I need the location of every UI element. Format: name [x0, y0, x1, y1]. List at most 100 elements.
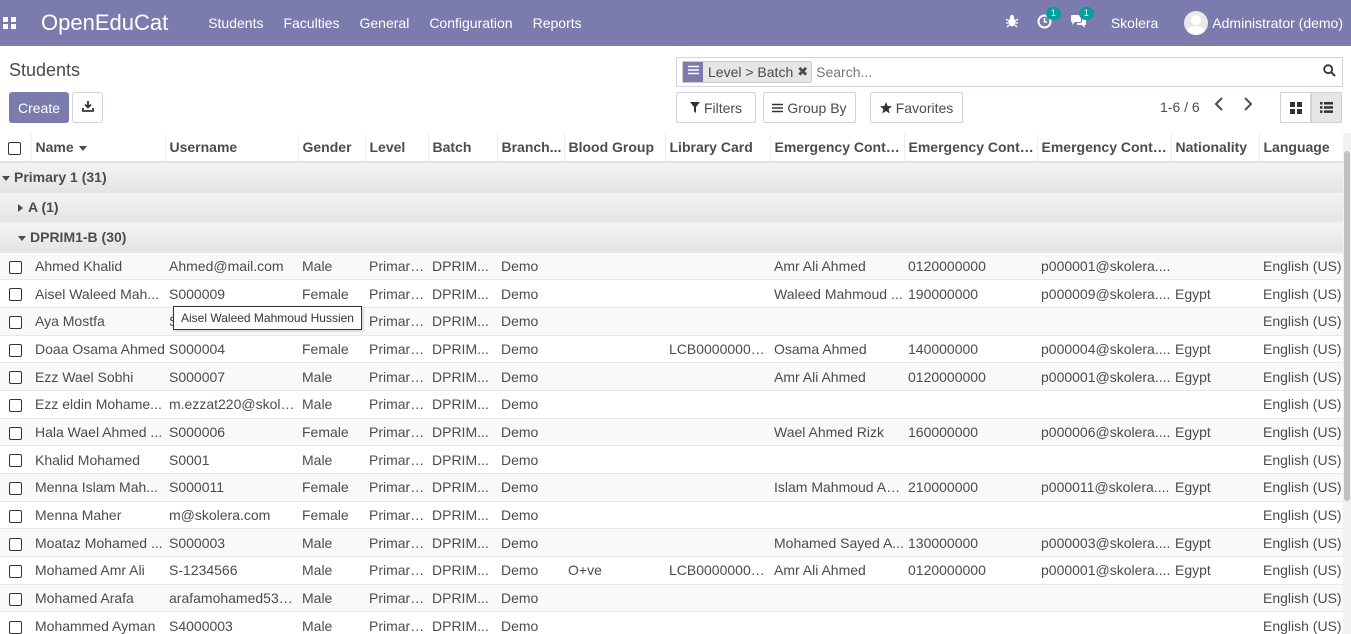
- cell-blood-group[interactable]: [564, 389, 665, 419]
- row-checkbox-cell[interactable]: [0, 334, 31, 363]
- cell-batch[interactable]: DPRIM...: [428, 445, 497, 474]
- apps-menu-icon[interactable]: [1, 14, 19, 32]
- cell-emergency-contact-email[interactable]: p000001@skolera....: [1037, 556, 1171, 585]
- column-header-gender[interactable]: Gender: [297, 133, 365, 163]
- cell-batch[interactable]: DPRIM...: [428, 389, 497, 419]
- activity-clock-icon[interactable]: 1: [1037, 6, 1061, 33]
- row-checkbox-cell[interactable]: [0, 389, 31, 419]
- cell-name[interactable]: Aisel Waleed Mah...: [31, 279, 165, 308]
- row-checkbox[interactable]: [9, 343, 22, 357]
- cell-gender[interactable]: Male: [298, 389, 365, 419]
- cell-library-card[interactable]: LCB0000000001: [665, 556, 770, 585]
- cell-level[interactable]: Primary 1: [365, 500, 428, 529]
- cell-blood-group[interactable]: [564, 251, 665, 280]
- cell-nationality[interactable]: [1171, 389, 1259, 419]
- cell-language[interactable]: English (US): [1259, 251, 1343, 280]
- menu-faculties[interactable]: Faculties: [283, 15, 339, 31]
- cell-emergency-contact-name[interactable]: Amr Ali Ahmed: [770, 362, 904, 391]
- row-checkbox[interactable]: [9, 288, 22, 302]
- cell-level[interactable]: Primary 1: [365, 306, 428, 336]
- row-checkbox[interactable]: [9, 426, 22, 440]
- cell-emergency-contact-phone[interactable]: [904, 583, 1037, 612]
- cell-blood-group[interactable]: [564, 417, 665, 446]
- column-header-batch[interactable]: Batch: [427, 133, 497, 163]
- cell-name[interactable]: Hala Wael Ahmed ...: [31, 417, 165, 446]
- cell-branch[interactable]: Demo: [497, 417, 564, 446]
- cell-name[interactable]: Mohamed Amr Ali: [31, 556, 165, 585]
- create-button[interactable]: Create: [9, 92, 69, 123]
- cell-language[interactable]: English (US): [1259, 445, 1343, 474]
- cell-emergency-contact-email[interactable]: p000009@skolera....: [1037, 279, 1171, 308]
- cell-branch[interactable]: Demo: [497, 611, 564, 634]
- cell-batch[interactable]: DPRIM...: [428, 473, 497, 502]
- cell-emergency-contact-name[interactable]: [770, 500, 904, 529]
- cell-library-card[interactable]: [665, 251, 770, 280]
- cell-blood-group[interactable]: [564, 583, 665, 612]
- cell-branch[interactable]: Demo: [497, 556, 564, 585]
- user-avatar[interactable]: [1184, 11, 1209, 35]
- row-checkbox-cell[interactable]: [0, 583, 31, 612]
- groupby-button[interactable]: Group By: [763, 92, 856, 123]
- cell-emergency-contact-email[interactable]: p000001@skolera....: [1037, 251, 1171, 280]
- cell-gender[interactable]: Female: [298, 334, 365, 363]
- column-header-username[interactable]: Username: [164, 133, 298, 163]
- cell-batch[interactable]: DPRIM...: [428, 306, 497, 336]
- cell-nationality[interactable]: Egypt: [1171, 473, 1259, 502]
- cell-language[interactable]: English (US): [1259, 611, 1343, 634]
- cell-emergency-contact-phone[interactable]: 130000000: [904, 528, 1037, 557]
- row-checkbox-cell[interactable]: [0, 306, 31, 336]
- column-header-emergency-contact-phone[interactable]: Emergency Conta...: [903, 133, 1037, 163]
- cell-emergency-contact-email[interactable]: p000011@skolera....: [1037, 473, 1171, 502]
- menu-reports[interactable]: Reports: [533, 15, 582, 31]
- cell-level[interactable]: Primary 1: [365, 445, 428, 474]
- cell-emergency-contact-email[interactable]: [1037, 500, 1171, 529]
- search-input[interactable]: [816, 64, 1317, 80]
- cell-level[interactable]: Primary 1: [365, 417, 428, 446]
- cell-username[interactable]: S-1234566: [165, 556, 298, 585]
- row-checkbox-cell[interactable]: [0, 500, 31, 529]
- cell-emergency-contact-phone[interactable]: [904, 306, 1037, 336]
- download-button[interactable]: [72, 92, 103, 123]
- cell-library-card[interactable]: LCB0000000001: [665, 334, 770, 363]
- pager-next-icon[interactable]: [1243, 97, 1253, 116]
- cell-gender[interactable]: Male: [298, 611, 365, 634]
- cell-nationality[interactable]: Egypt: [1171, 417, 1259, 446]
- cell-gender[interactable]: Male: [298, 583, 365, 612]
- menu-general[interactable]: General: [360, 15, 410, 31]
- cell-branch[interactable]: Demo: [497, 583, 564, 612]
- cell-batch[interactable]: DPRIM...: [428, 334, 497, 363]
- cell-nationality[interactable]: Egypt: [1171, 334, 1259, 363]
- cell-emergency-contact-email[interactable]: p000004@skolera....: [1037, 334, 1171, 363]
- row-checkbox[interactable]: [9, 565, 22, 579]
- cell-gender[interactable]: Male: [298, 528, 365, 557]
- cell-library-card[interactable]: [665, 362, 770, 391]
- row-checkbox[interactable]: [9, 537, 22, 551]
- cell-library-card[interactable]: [665, 279, 770, 308]
- cell-username[interactable]: S000007: [165, 362, 298, 391]
- cell-library-card[interactable]: [665, 417, 770, 446]
- cell-language[interactable]: English (US): [1259, 473, 1343, 502]
- cell-emergency-contact-email[interactable]: [1037, 445, 1171, 474]
- cell-emergency-contact-name[interactable]: [770, 306, 904, 336]
- column-header-blood-group[interactable]: Blood Group: [563, 133, 665, 163]
- cell-gender[interactable]: Male: [298, 556, 365, 585]
- list-view-icon[interactable]: [1311, 92, 1342, 123]
- cell-library-card[interactable]: [665, 445, 770, 474]
- table-row[interactable]: Ezz eldin Mohame... m.ezzat220@skole... Ma…: [0, 389, 1343, 419]
- select-all-checkbox[interactable]: [8, 141, 21, 155]
- cell-language[interactable]: English (US): [1259, 334, 1343, 363]
- row-checkbox-cell[interactable]: [0, 279, 31, 308]
- cell-branch[interactable]: Demo: [497, 473, 564, 502]
- cell-username[interactable]: arafamohamed537...: [165, 583, 298, 612]
- cell-branch[interactable]: Demo: [497, 528, 564, 557]
- cell-language[interactable]: English (US): [1259, 279, 1343, 308]
- table-row[interactable]: Moataz Mohamed ... S000003 Male Primary 1 DP…: [0, 528, 1343, 557]
- scroll-thumb[interactable]: [1344, 151, 1350, 501]
- cell-emergency-contact-name[interactable]: Islam Mahmoud Ab...: [770, 473, 904, 502]
- cell-language[interactable]: English (US): [1259, 306, 1343, 336]
- cell-emergency-contact-phone[interactable]: [904, 500, 1037, 529]
- cell-emergency-contact-email[interactable]: [1037, 306, 1171, 336]
- row-checkbox-cell[interactable]: [0, 251, 31, 280]
- cell-username[interactable]: S000011: [165, 473, 298, 502]
- cell-branch[interactable]: Demo: [497, 445, 564, 474]
